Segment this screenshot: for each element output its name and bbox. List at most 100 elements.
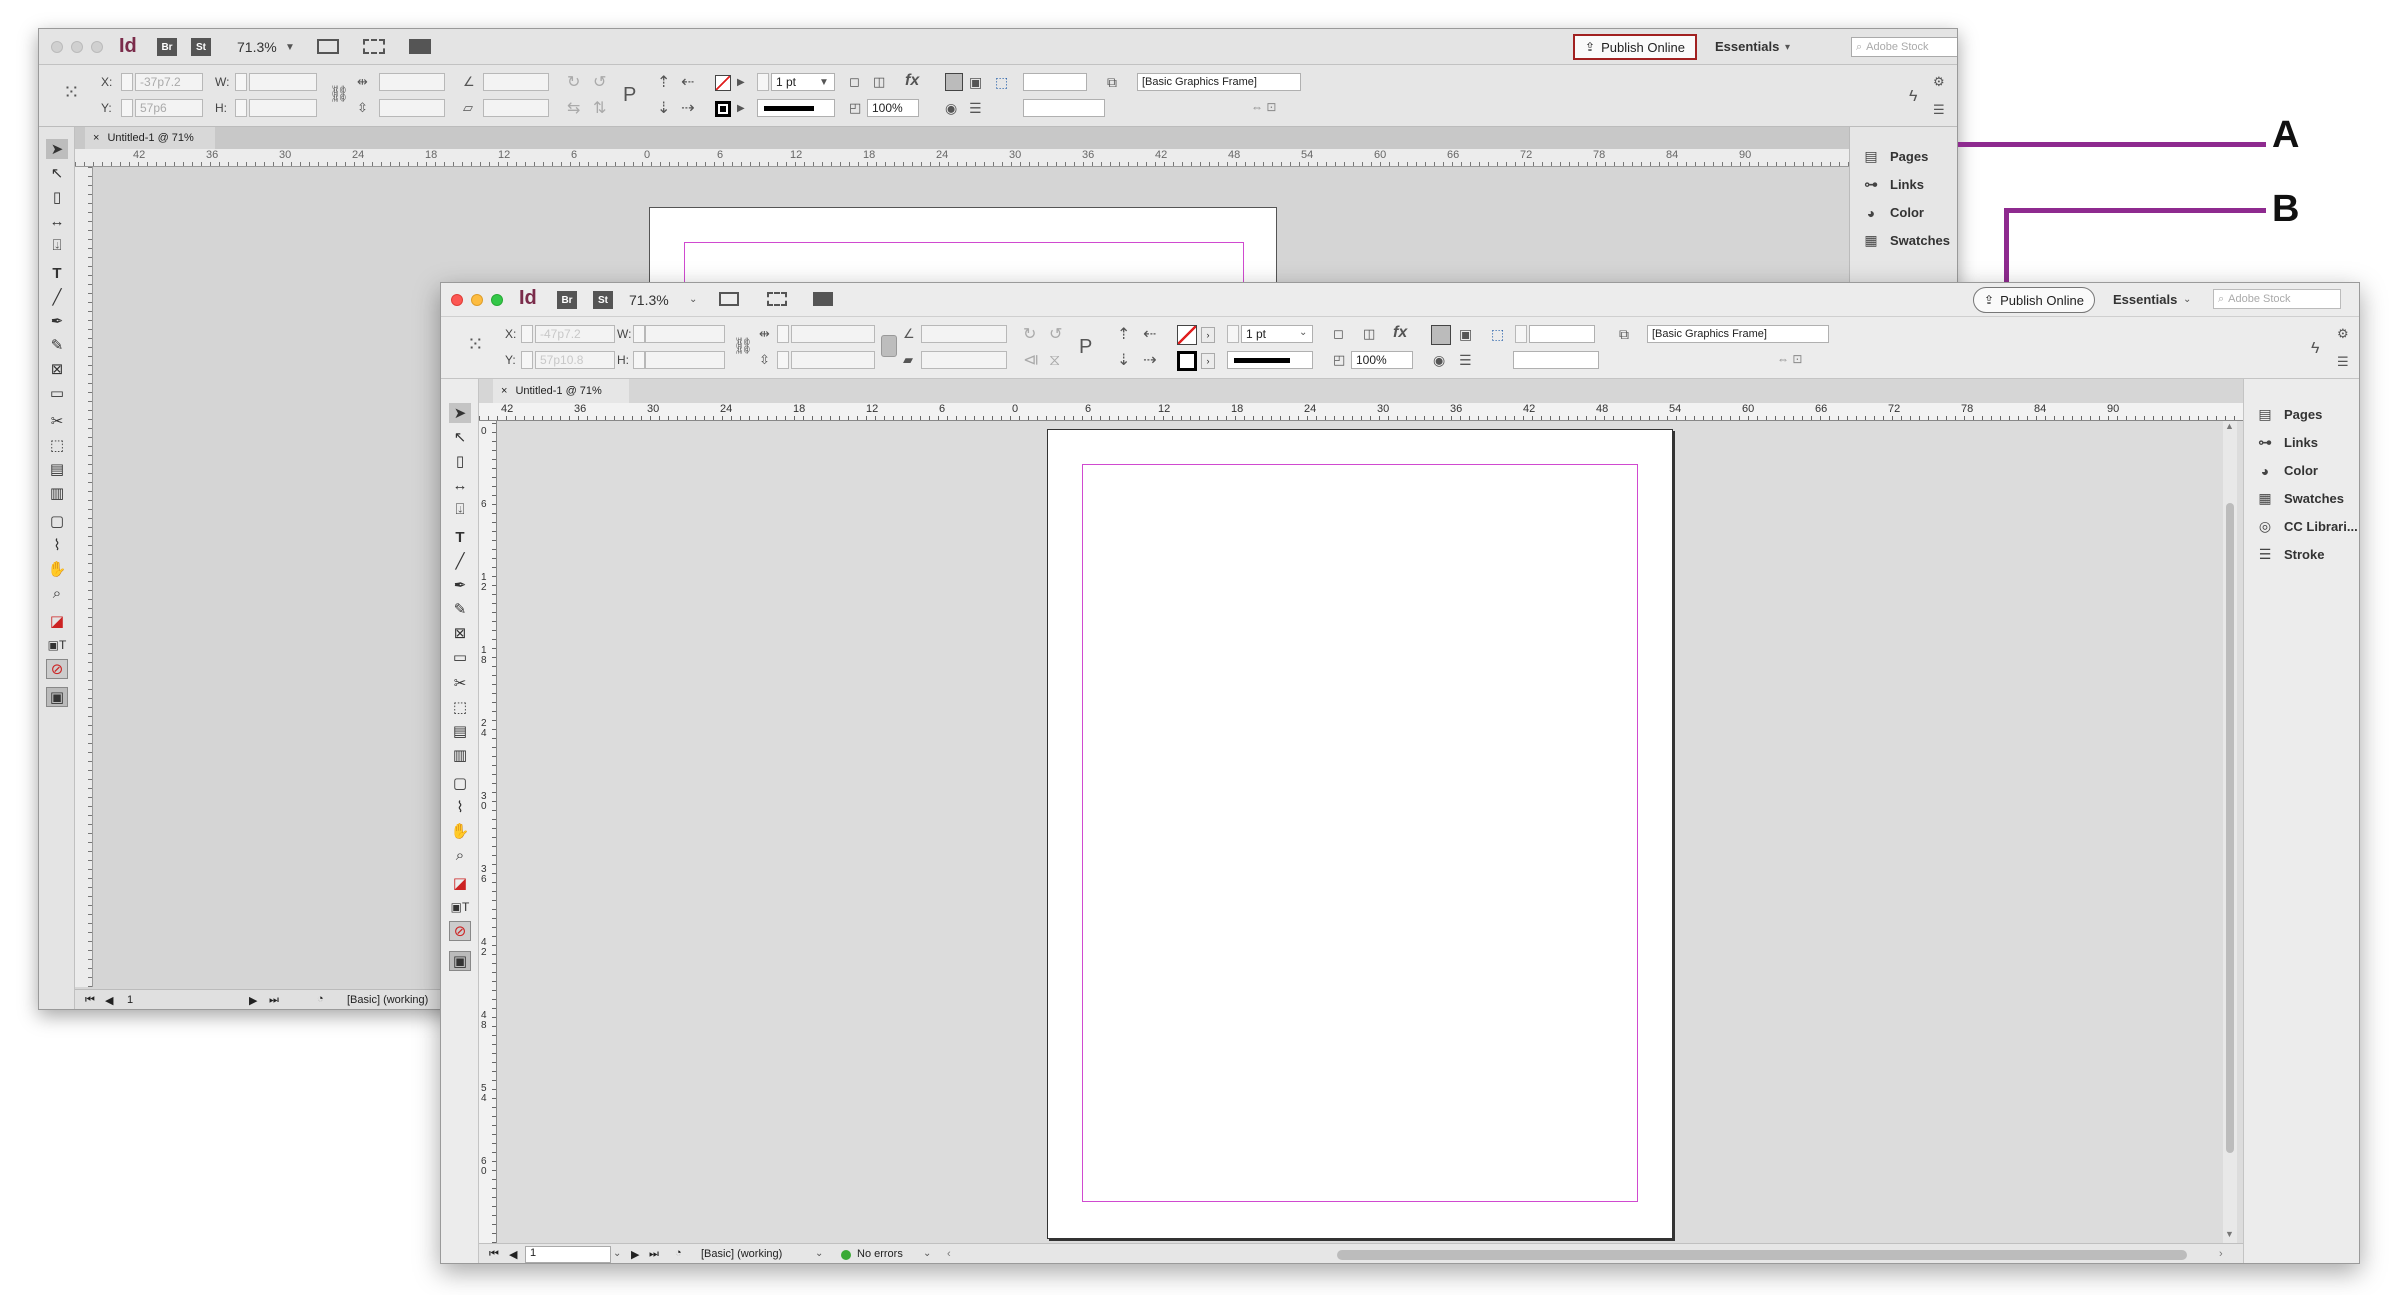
effects-fx-icon[interactable]: fx: [905, 73, 919, 89]
zoom-tool-icon[interactable]: ⌕: [449, 845, 471, 865]
back-panel-pages[interactable]: ▤ Pages: [1862, 148, 1928, 164]
text-wrap-none-icon[interactable]: [1431, 325, 1451, 345]
front-scale-x-field[interactable]: [791, 325, 875, 343]
note-tool-icon[interactable]: ▢: [46, 511, 68, 531]
menu-icon[interactable]: ☰: [1933, 103, 1945, 116]
page-tool-icon[interactable]: ▯: [46, 187, 68, 207]
wrap-object-icon[interactable]: ◉: [1433, 353, 1445, 367]
constrain-proportions-icon[interactable]: ⛓: [733, 339, 753, 355]
back-y-field[interactable]: 57p6: [135, 99, 203, 117]
select-previous-icon[interactable]: ⇠: [1143, 327, 1156, 343]
front-bridge-button[interactable]: Br: [557, 291, 577, 309]
close-icon[interactable]: ×: [93, 132, 99, 144]
screen-mode-icon[interactable]: [363, 39, 385, 54]
view-options-icon[interactable]: [317, 39, 339, 54]
gradient-feather-tool-icon[interactable]: ▥: [449, 745, 471, 765]
page-tool-icon[interactable]: ▯: [449, 451, 471, 471]
back-document-tab[interactable]: × Untitled-1 @ 71%: [85, 127, 215, 149]
previous-page-icon[interactable]: ◀: [105, 994, 113, 1007]
front-object-style-dropdown[interactable]: [Basic Graphics Frame]: [1647, 325, 1829, 343]
direct-selection-tool-icon[interactable]: ↖: [46, 163, 68, 183]
next-page-icon[interactable]: ▶: [249, 994, 257, 1007]
front-pasteboard[interactable]: [497, 421, 2265, 1243]
view-options-icon[interactable]: [719, 292, 739, 306]
front-y-stepper[interactable]: [521, 351, 533, 369]
text-wrap-none-icon[interactable]: [945, 73, 963, 91]
front-x-field[interactable]: -47p7.2: [535, 325, 615, 343]
back-w-field[interactable]: [249, 73, 317, 91]
auto-fit-icon[interactable]: ⬚: [995, 75, 1008, 89]
arrange-documents-icon[interactable]: [409, 39, 431, 54]
front-vertical-scrollbar[interactable]: ▲ ▼: [2223, 421, 2237, 1243]
menu-icon[interactable]: ☰: [2337, 355, 2349, 368]
previous-page-icon[interactable]: ◀: [509, 1248, 517, 1261]
text-wrap-box-icon[interactable]: ▣: [969, 75, 982, 89]
preflight-icon[interactable]: ◔: [675, 1247, 682, 1259]
pen-tool-icon[interactable]: ✒: [46, 311, 68, 331]
back-y-stepper[interactable]: [121, 99, 133, 117]
content-collector-icon[interactable]: ⍗: [449, 499, 471, 519]
front-frame-fitting-stepper[interactable]: [1515, 325, 1527, 343]
front-w-field[interactable]: [645, 325, 725, 343]
front-document-tab[interactable]: × Untitled-1 @ 71%: [493, 379, 629, 403]
flip-horizontal-icon[interactable]: ⧏: [1023, 353, 1039, 369]
wrap-jump-icon[interactable]: ☰: [1459, 353, 1472, 367]
fill-swatch-icon[interactable]: [1177, 325, 1197, 345]
select-next-icon[interactable]: ⇢: [1143, 353, 1156, 369]
clear-overrides-icon[interactable]: ⇔ ⊡: [1777, 353, 1802, 365]
chevron-down-icon[interactable]: ⌄: [689, 294, 697, 305]
front-zoom-button[interactable]: [491, 294, 503, 306]
back-shear-field[interactable]: [483, 99, 549, 117]
front-frame-fitting-field[interactable]: [1529, 325, 1595, 343]
type-tool-icon[interactable]: T: [449, 527, 471, 547]
back-close-button[interactable]: [51, 41, 63, 53]
select-container-icon[interactable]: ⇡: [1117, 327, 1130, 343]
wrap-jump-icon[interactable]: ☰: [969, 101, 982, 115]
back-publish-online-button[interactable]: ⇪ Publish Online: [1573, 34, 1697, 60]
fill-swatch-icon[interactable]: [715, 75, 731, 91]
rotate-ccw-icon[interactable]: ↺: [1049, 327, 1062, 343]
front-scale-x-stepper[interactable]: [777, 325, 789, 343]
gradient-tool-icon[interactable]: ▤: [449, 721, 471, 741]
front-errors-status[interactable]: No errors: [857, 1248, 903, 1260]
back-object-style-dropdown[interactable]: [Basic Graphics Frame]: [1137, 73, 1301, 91]
auto-fit-icon[interactable]: ⬚: [1491, 327, 1504, 341]
stroke-menu-icon[interactable]: ›: [1201, 353, 1215, 369]
select-container-icon[interactable]: ⇡: [657, 75, 670, 91]
stroke-swatch-icon[interactable]: [715, 101, 731, 117]
front-align-dropdown[interactable]: [1513, 351, 1599, 369]
front-rotate-field[interactable]: [921, 325, 1007, 343]
text-wrap-box-icon[interactable]: ▣: [1459, 327, 1472, 341]
back-align-dropdown[interactable]: [1023, 99, 1105, 117]
direct-selection-tool-icon[interactable]: ↖: [449, 427, 471, 447]
scissors-tool-icon[interactable]: ✂: [449, 673, 471, 693]
selection-tool-icon[interactable]: ➤: [449, 403, 471, 423]
drop-shadow-icon[interactable]: ◫: [1363, 327, 1375, 340]
front-panel-links[interactable]: ⊶ Links: [2256, 434, 2318, 450]
select-previous-icon[interactable]: ⇠: [681, 75, 694, 91]
rectangle-frame-tool-icon[interactable]: ⊠: [46, 359, 68, 379]
select-next-icon[interactable]: ⇢: [681, 101, 694, 117]
pencil-tool-icon[interactable]: ✎: [46, 335, 68, 355]
formatting-affects-icon[interactable]: ▣T: [449, 897, 471, 917]
clear-overrides-icon[interactable]: ⇔ ⊡: [1251, 101, 1276, 113]
play-icon[interactable]: ▶: [737, 103, 745, 114]
reference-point-icon[interactable]: ⁙: [63, 83, 80, 103]
gradient-feather-tool-icon[interactable]: ▥: [46, 483, 68, 503]
front-zoom-level[interactable]: 71.3%: [629, 292, 669, 308]
free-transform-tool-icon[interactable]: ⬚: [449, 697, 471, 717]
gear-icon[interactable]: ⚙: [1933, 75, 1945, 88]
content-collector-icon[interactable]: ⍗: [46, 235, 68, 255]
back-bridge-button[interactable]: Br: [157, 38, 177, 56]
eyedropper-tool-icon[interactable]: ⌇: [46, 535, 68, 555]
rectangle-tool-icon[interactable]: ▭: [449, 647, 471, 667]
front-y-field[interactable]: 57p10.8: [535, 351, 615, 369]
front-x-stepper[interactable]: [521, 325, 533, 343]
last-page-icon[interactable]: ⏭: [649, 1248, 659, 1261]
chevron-down-icon[interactable]: ⌄: [815, 1248, 823, 1259]
back-w-stepper[interactable]: [235, 73, 247, 91]
front-h-field[interactable]: [645, 351, 725, 369]
apply-none-icon[interactable]: ⊘: [449, 921, 471, 941]
chevron-down-icon[interactable]: ⌄: [923, 1248, 931, 1259]
front-workspace-switcher[interactable]: Essentials: [2113, 292, 2177, 307]
